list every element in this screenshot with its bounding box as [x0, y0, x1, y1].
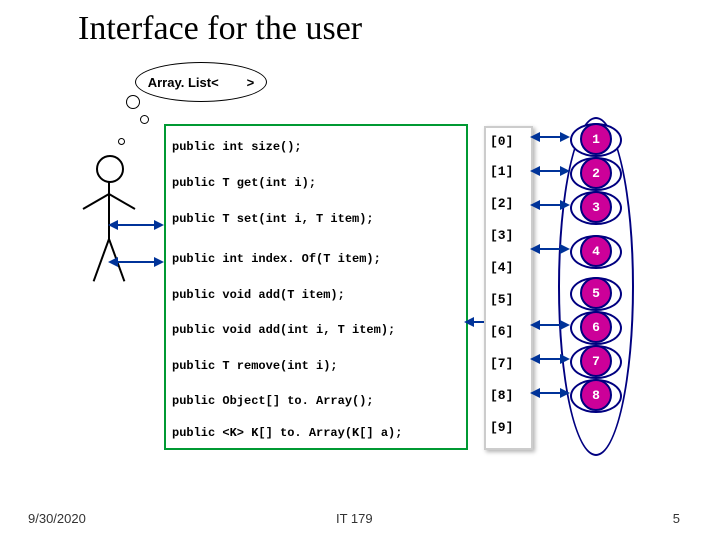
node-value: 1	[580, 123, 612, 155]
cloud-text-suffix: >	[247, 75, 255, 90]
data-node: 5	[570, 277, 618, 307]
data-node: 8	[570, 379, 618, 409]
data-node: 3	[570, 191, 618, 221]
code-line: public T set(int i, T item);	[172, 212, 374, 226]
thought-cloud: Array. List< >	[135, 62, 267, 102]
array-index: [3]	[490, 228, 513, 243]
array-index-box: [0] [1] [2] [3] [4] [5] [6] [7] [8] [9]	[484, 126, 533, 450]
node-value: 4	[580, 235, 612, 267]
data-node: 4	[570, 235, 618, 265]
code-line: public T get(int i);	[172, 176, 316, 190]
stick-figure-icon	[78, 155, 138, 305]
interface-code-box: public int size(); public T get(int i); …	[164, 124, 468, 450]
array-index: [8]	[490, 388, 513, 403]
array-index: [9]	[490, 420, 513, 435]
node-value: 2	[580, 157, 612, 189]
node-value: 5	[580, 277, 612, 309]
footer-date: 9/30/2020	[28, 511, 86, 526]
code-line: public T remove(int i);	[172, 359, 338, 373]
footer-page-number: 5	[673, 511, 680, 526]
node-value: 6	[580, 311, 612, 343]
array-index: [7]	[490, 356, 513, 371]
code-line: public int size();	[172, 140, 302, 154]
node-value: 3	[580, 191, 612, 223]
code-line: public Object[] to. Array();	[172, 394, 374, 408]
code-line: public int index. Of(T item);	[172, 252, 381, 266]
code-line: public void add(int i, T item);	[172, 323, 395, 337]
node-value: 8	[580, 379, 612, 411]
node-value: 7	[580, 345, 612, 377]
thought-bubble-dot	[118, 138, 125, 145]
array-index: [0]	[490, 134, 513, 149]
code-line: public <K> K[] to. Array(K[] a);	[172, 426, 402, 440]
array-index: [2]	[490, 196, 513, 211]
thought-bubble-dot	[140, 115, 149, 124]
array-index: [6]	[490, 324, 513, 339]
slide-title: Interface for the user	[78, 10, 362, 48]
data-node: 2	[570, 157, 618, 187]
array-index: [1]	[490, 164, 513, 179]
data-node: 7	[570, 345, 618, 375]
cloud-text-prefix: Array. List<	[148, 75, 219, 90]
data-node: 6	[570, 311, 618, 341]
footer-course: IT 179	[336, 511, 373, 526]
array-index: [4]	[490, 260, 513, 275]
code-line: public void add(T item);	[172, 288, 345, 302]
array-index: [5]	[490, 292, 513, 307]
data-node: 1	[570, 123, 618, 153]
